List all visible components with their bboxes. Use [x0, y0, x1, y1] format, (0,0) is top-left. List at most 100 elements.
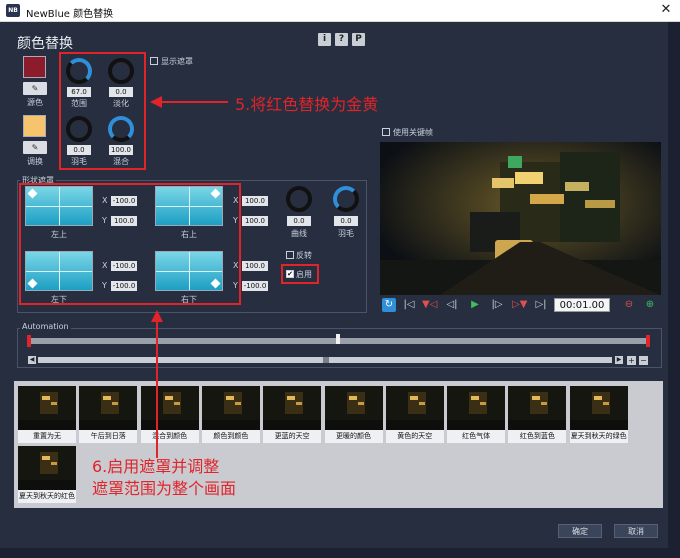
pad-top-right-y[interactable]: 100.0	[242, 216, 268, 226]
keyframe-checkbox[interactable]	[382, 128, 390, 136]
preset-thumbnail[interactable]	[140, 386, 199, 430]
preset-thumbnail[interactable]	[324, 386, 383, 430]
mask-feather-knob[interactable]	[333, 186, 359, 212]
pad-top-left[interactable]	[25, 186, 93, 226]
preset-button[interactable]: P	[352, 33, 365, 46]
show-mask-label: 显示遮罩	[161, 57, 193, 66]
x-label: X	[102, 196, 108, 205]
help-button[interactable]: ?	[335, 33, 348, 46]
remove-keyframe-icon[interactable]: ⊖	[622, 298, 636, 312]
preset-label[interactable]: 夏天到秋天的红色	[18, 490, 76, 503]
target-color-label: 调换	[27, 157, 43, 166]
next-keyframe-icon[interactable]: ▷▼	[512, 298, 527, 312]
start-marker-icon[interactable]	[27, 335, 31, 347]
preset-thumbnail[interactable]	[79, 386, 138, 430]
scroll-thumb[interactable]	[323, 357, 329, 363]
step-forward-icon[interactable]: |▷	[490, 298, 504, 312]
y-label: Y	[102, 216, 107, 225]
feather-label: 羽毛	[71, 157, 87, 166]
y-label: Y	[102, 281, 107, 290]
preset-label[interactable]: 重置为无	[18, 430, 76, 443]
scroll-right-icon[interactable]: ▶	[615, 356, 623, 364]
pad-top-left-x[interactable]: -100.0	[111, 196, 137, 206]
enable-checkbox[interactable]: ✔	[286, 270, 294, 278]
show-mask-checkbox[interactable]	[150, 57, 158, 65]
preset-label[interactable]: 更暖的颜色	[324, 430, 383, 443]
annotation-arrow-2	[156, 318, 158, 458]
preset-label[interactable]: 黄色的天空	[385, 430, 444, 443]
preset-label[interactable]: 混合到颜色	[140, 430, 199, 443]
play-icon[interactable]: ▶	[468, 298, 482, 312]
automation-title: Automation	[20, 322, 71, 331]
annotation-text-1: 5.将红色替换为金黄	[235, 95, 379, 114]
pad-bottom-left-y[interactable]: -100.0	[111, 281, 137, 291]
preset-label[interactable]: 夏天到秋天的绿色	[569, 430, 628, 443]
close-icon[interactable]: ✕	[658, 2, 674, 18]
preset-label[interactable]: 午后到日落	[79, 430, 138, 443]
pad-bottom-right-label: 右下	[181, 295, 197, 304]
ok-button[interactable]: 确定	[558, 524, 602, 538]
loop-icon[interactable]: ↻	[382, 298, 396, 312]
video-preview	[380, 142, 661, 295]
timecode-display[interactable]: 00:01.00	[554, 298, 610, 312]
source-color-swatch[interactable]	[23, 56, 46, 78]
curve-knob[interactable]	[286, 186, 312, 212]
mask-feather-value[interactable]: 0.0	[334, 216, 358, 226]
range-value[interactable]: 67.0	[67, 87, 91, 97]
automation-track[interactable]	[30, 338, 650, 344]
feather-knob[interactable]	[66, 116, 92, 142]
preset-thumbnail[interactable]	[508, 386, 567, 430]
pad-bottom-right-y[interactable]: -100.0	[242, 281, 268, 291]
range-knob[interactable]	[66, 58, 92, 84]
playhead-icon[interactable]	[336, 334, 340, 344]
preset-thumbnail[interactable]	[201, 386, 260, 430]
pad-bottom-right-x[interactable]: 100.0	[242, 261, 268, 271]
pad-bottom-right[interactable]	[155, 251, 223, 291]
annotation-arrow	[160, 101, 228, 103]
pad-bottom-left[interactable]	[25, 251, 93, 291]
eyedropper-icon[interactable]: ✎	[23, 82, 47, 95]
curve-value[interactable]: 0.0	[287, 216, 311, 226]
window-title: NewBlue 颜色替换	[26, 9, 114, 20]
fade-knob[interactable]	[108, 58, 134, 84]
preset-thumbnail[interactable]	[18, 446, 76, 490]
x-label: X	[233, 261, 239, 270]
preset-thumbnail[interactable]	[263, 386, 322, 430]
preset-thumbnail[interactable]	[18, 386, 76, 430]
preset-thumbnail[interactable]	[385, 386, 444, 430]
pad-top-right-x[interactable]: 100.0	[242, 196, 268, 206]
scroll-left-icon[interactable]: ◀	[28, 356, 36, 364]
fade-value[interactable]: 0.0	[109, 87, 133, 97]
eyedropper-icon[interactable]: ✎	[23, 141, 47, 154]
preset-label[interactable]: 红色到蓝色	[508, 430, 567, 443]
step-back-icon[interactable]: ◁|	[445, 298, 459, 312]
mix-knob[interactable]	[108, 116, 134, 142]
go-start-icon[interactable]: |◁	[402, 298, 416, 312]
preset-label[interactable]: 红色气体	[447, 430, 506, 443]
pad-bottom-left-x[interactable]: -100.0	[111, 261, 137, 271]
end-marker-icon[interactable]	[646, 335, 650, 347]
invert-checkbox[interactable]	[286, 251, 294, 259]
pad-top-right[interactable]	[155, 186, 223, 226]
prev-keyframe-icon[interactable]: ▼◁	[422, 298, 437, 312]
keyframe-label: 使用关键帧	[393, 128, 433, 137]
pad-top-left-y[interactable]: 100.0	[111, 216, 137, 226]
preset-thumbnail[interactable]	[569, 386, 628, 430]
invert-label: 反转	[296, 251, 312, 260]
mix-value[interactable]: 100.0	[109, 145, 133, 155]
zoom-out-icon[interactable]: −	[639, 356, 648, 365]
add-keyframe-icon[interactable]: ⊕	[643, 298, 657, 312]
preset-thumbnail[interactable]	[447, 386, 506, 430]
arrow-head-icon	[150, 96, 162, 108]
feather-value[interactable]: 0.0	[67, 145, 91, 155]
cancel-button[interactable]: 取消	[614, 524, 658, 538]
target-color-swatch[interactable]	[23, 115, 46, 137]
pad-top-right-label: 右上	[181, 230, 197, 239]
info-button[interactable]: i	[318, 33, 331, 46]
preset-label[interactable]: 颜色到颜色	[201, 430, 260, 443]
zoom-in-icon[interactable]: +	[627, 356, 636, 365]
preset-label[interactable]: 更蓝的天空	[263, 430, 322, 443]
mask-feather-label: 羽毛	[338, 229, 354, 238]
go-end-icon[interactable]: ▷|	[534, 298, 548, 312]
background-edge	[668, 22, 680, 558]
